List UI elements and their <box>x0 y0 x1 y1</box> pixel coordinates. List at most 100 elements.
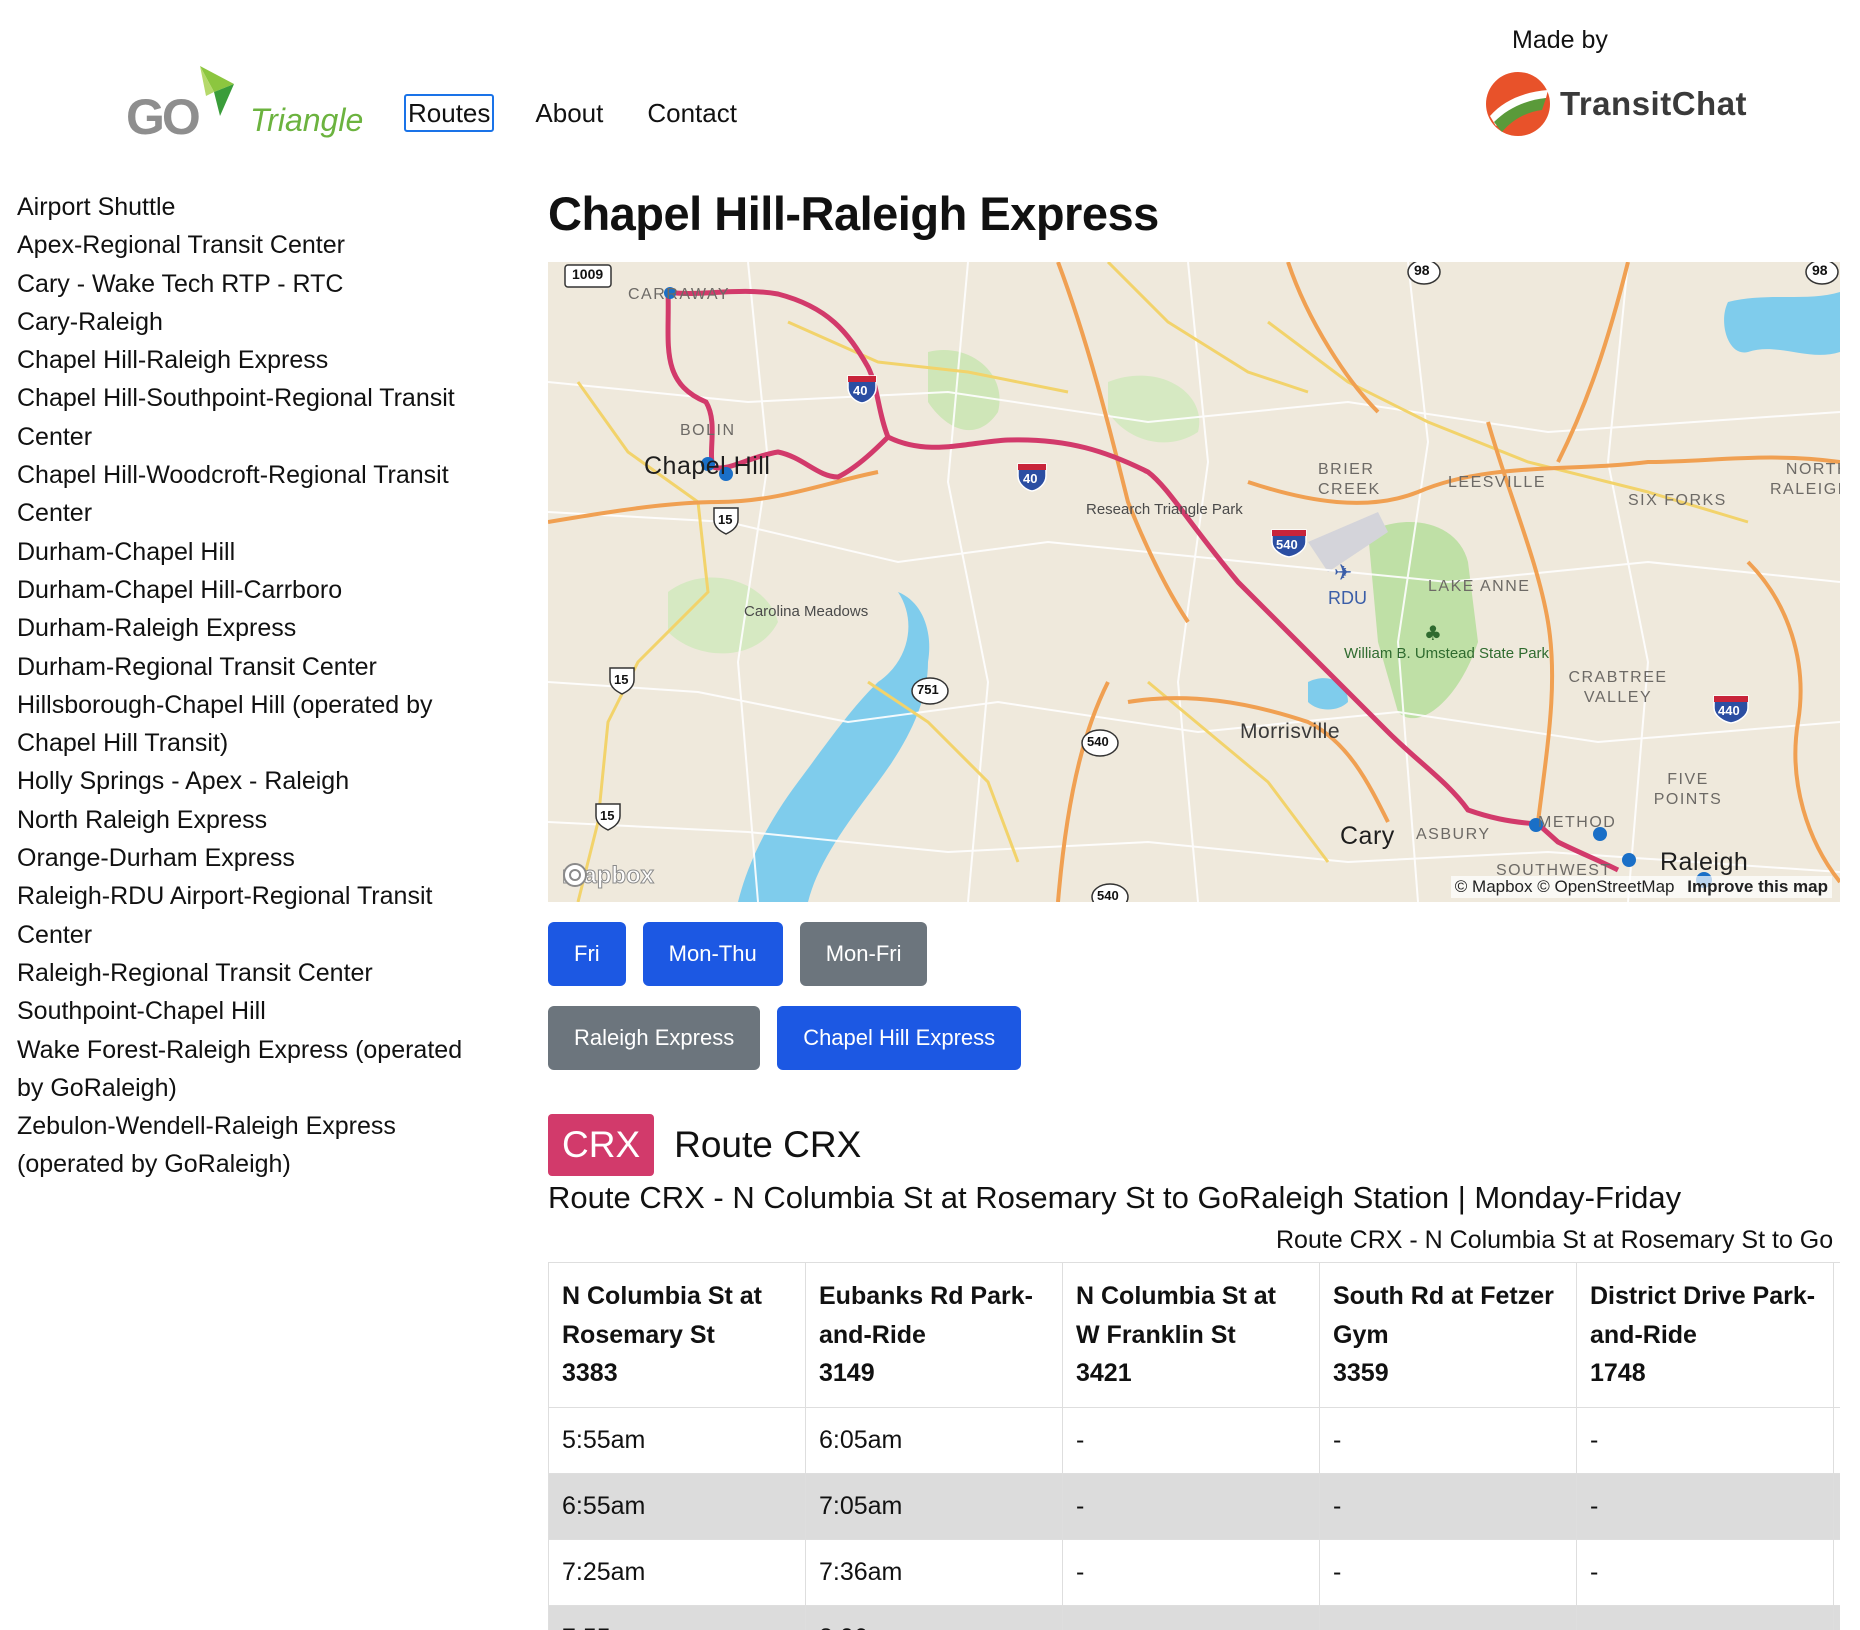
gotriangle-logo[interactable]: GO Triangle <box>126 66 366 146</box>
map-label: Carolina Meadows <box>744 603 869 620</box>
mapbox-logo[interactable]: mapbox <box>561 862 654 890</box>
road-shield-label: 1009 <box>572 266 604 282</box>
time-cell: 7:36am <box>805 1538 1063 1606</box>
route-link[interactable]: Orange-Durham Express <box>17 839 487 877</box>
map-label: Research Triangle Park <box>1086 501 1243 518</box>
road-shield-label: 40 <box>1023 471 1038 486</box>
route-list: Airport Shuttle Apex-Regional Transit Ce… <box>17 188 487 1184</box>
attribution-text[interactable]: © Mapbox © OpenStreetMap <box>1455 877 1675 896</box>
time-cell: - <box>1576 1406 1834 1474</box>
stop-name: South Rd at Fetzer Gym <box>1333 1282 1554 1349</box>
map-label: Cary <box>1340 822 1395 850</box>
mapbox-icon <box>563 863 587 887</box>
route-link[interactable]: Holly Springs - Apex - Raleigh <box>17 762 487 800</box>
logo-go-text: GO <box>126 89 201 145</box>
transitchat-logo[interactable]: TransitChat <box>1484 70 1747 138</box>
timetable-header-cell: N Columbia St at W Franklin St 3421 <box>1062 1262 1320 1408</box>
route-link[interactable]: Raleigh-Regional Transit Center <box>17 954 487 992</box>
route-link[interactable]: Chapel Hill-Woodcroft-Regional Transit C… <box>17 456 487 533</box>
map-label: RDU <box>1328 588 1367 608</box>
route-link[interactable]: Zebulon-Wendell-Raleigh Express (operate… <box>17 1107 487 1184</box>
table-row: 7:25am 7:36am - - - <box>548 1538 1840 1606</box>
table-row: 7:55am 8:06am - - - <box>548 1604 1840 1630</box>
road-shield-label: 540 <box>1276 537 1298 552</box>
direction-button-chapel-hill-express[interactable]: Chapel Hill Express <box>777 1006 1022 1070</box>
time-cell: 6:55am <box>548 1472 806 1540</box>
table-row: 6:55am 7:05am - - - <box>548 1472 1840 1540</box>
logo-triangle-icon <box>200 66 234 116</box>
map-label: Morrisville <box>1240 720 1340 743</box>
nav-routes[interactable]: Routes <box>404 94 495 132</box>
improve-map-link[interactable]: Improve this map <box>1687 877 1828 896</box>
road-shield-label: 40 <box>853 383 868 398</box>
route-link[interactable]: Southpoint-Chapel Hill <box>17 992 487 1030</box>
time-cell: 7:05am <box>805 1472 1063 1540</box>
road-shield-label: 15 <box>600 808 615 823</box>
map-stop[interactable] <box>1622 853 1636 867</box>
stop-name: N Columbia St at Rosemary St <box>562 1282 763 1349</box>
day-button-mon-fri[interactable]: Mon-Fri <box>799 922 928 986</box>
route-link[interactable]: Durham-Chapel Hill-Carrboro <box>17 571 487 609</box>
road-shield-label: 15 <box>614 672 629 687</box>
route-link[interactable]: Cary-Raleigh <box>17 303 487 341</box>
stop-id: 3359 <box>1333 1359 1389 1387</box>
timetable-header-cell: N Columbia St at Rosemary St 3383 <box>548 1262 806 1408</box>
map-label: CARRAWAY <box>628 286 731 303</box>
nav-about[interactable]: About <box>532 94 606 132</box>
transitchat-mark-icon <box>1486 72 1550 136</box>
road-shield-label: 540 <box>1097 888 1119 902</box>
timetable: N Columbia St at Rosemary St 3383 Eubanks… <box>548 1262 1840 1630</box>
route-link[interactable]: Chapel Hill-Southpoint-Regional Transit … <box>17 379 487 456</box>
route-link[interactable]: Hillsborough-Chapel Hill (operated by Ch… <box>17 686 487 763</box>
stop-name: N Columbia St at W Franklin St <box>1076 1282 1277 1349</box>
route-link[interactable]: Apex-Regional Transit Center <box>17 226 487 264</box>
map-label: William B. Umstead State Park <box>1344 645 1550 662</box>
day-button-mon-thu[interactable]: Mon-Thu <box>642 922 783 986</box>
airport-icon: ✈ <box>1334 561 1352 586</box>
road-shield-label: 15 <box>718 512 733 527</box>
map-label: BOLIN <box>680 422 736 439</box>
map-label: BRIER CREEK <box>1318 461 1381 498</box>
map-label: Raleigh <box>1660 848 1749 876</box>
direction-buttons: Raleigh Express Chapel Hill Express <box>548 1006 1022 1070</box>
time-cell: 6:05am <box>805 1406 1063 1474</box>
direction-button-raleigh-express[interactable]: Raleigh Express <box>548 1006 761 1070</box>
route-link[interactable]: Airport Shuttle <box>17 188 487 226</box>
time-cell: 5:55am <box>548 1406 806 1474</box>
route-link[interactable]: Raleigh-RDU Airport-Regional Transit Cen… <box>17 877 487 954</box>
map-label: LEESVILLE <box>1448 474 1546 491</box>
timetable-header-row: N Columbia St at Rosemary St 3383 Eubanks… <box>548 1262 1840 1408</box>
map-label: FIVE POINTS <box>1653 771 1723 808</box>
road-shield-label: 98 <box>1812 262 1828 278</box>
time-cell: - <box>1062 1406 1320 1474</box>
stop-name: Eubanks Rd Park-and-Ride <box>819 1282 1033 1349</box>
time-cell: 8:06am <box>805 1604 1063 1630</box>
main-nav: Routes About Contact <box>404 94 740 132</box>
road-shield-label: 540 <box>1087 734 1109 749</box>
route-link[interactable]: Chapel Hill-Raleigh Express <box>17 341 487 379</box>
timetable-header-cell: District Drive Park-and-Ride 1748 <box>1576 1262 1834 1408</box>
nav-contact[interactable]: Contact <box>644 94 740 132</box>
timetable-scroll[interactable]: N Columbia St at Rosemary St 3383 Eubanks… <box>548 1262 1840 1630</box>
route-link[interactable]: Durham-Regional Transit Center <box>17 648 487 686</box>
day-button-fri[interactable]: Fri <box>548 922 626 986</box>
route-link[interactable]: North Raleigh Express <box>17 801 487 839</box>
route-link[interactable]: Wake Forest-Raleigh Express (operated by… <box>17 1031 487 1108</box>
time-cell: - <box>1062 1604 1320 1630</box>
route-link[interactable]: Durham-Chapel Hill <box>17 533 487 571</box>
time-cell: 7:55am <box>548 1604 806 1630</box>
map-water <box>1724 292 1840 355</box>
route-map[interactable]: ✈ ♣ 1009 98 98 40 40 540 440 15 15 15 75… <box>548 262 1840 902</box>
time-cell: - <box>1319 1472 1577 1540</box>
stop-id: 1748 <box>1590 1359 1646 1387</box>
route-name: Route CRX <box>674 1124 862 1165</box>
route-link[interactable]: Cary - Wake Tech RTP - RTC <box>17 265 487 303</box>
time-cell: - <box>1062 1538 1320 1606</box>
time-cell: - <box>1576 1538 1834 1606</box>
stop-id: 3421 <box>1076 1359 1132 1387</box>
route-link[interactable]: Durham-Raleigh Express <box>17 609 487 647</box>
map-label: NORTH RALEIGH <box>1770 461 1840 498</box>
map-canvas: ✈ ♣ <box>548 262 1840 902</box>
map-label: CRABTREE VALLEY <box>1568 669 1668 706</box>
stop-name: District Drive Park-and-Ride <box>1590 1282 1816 1349</box>
